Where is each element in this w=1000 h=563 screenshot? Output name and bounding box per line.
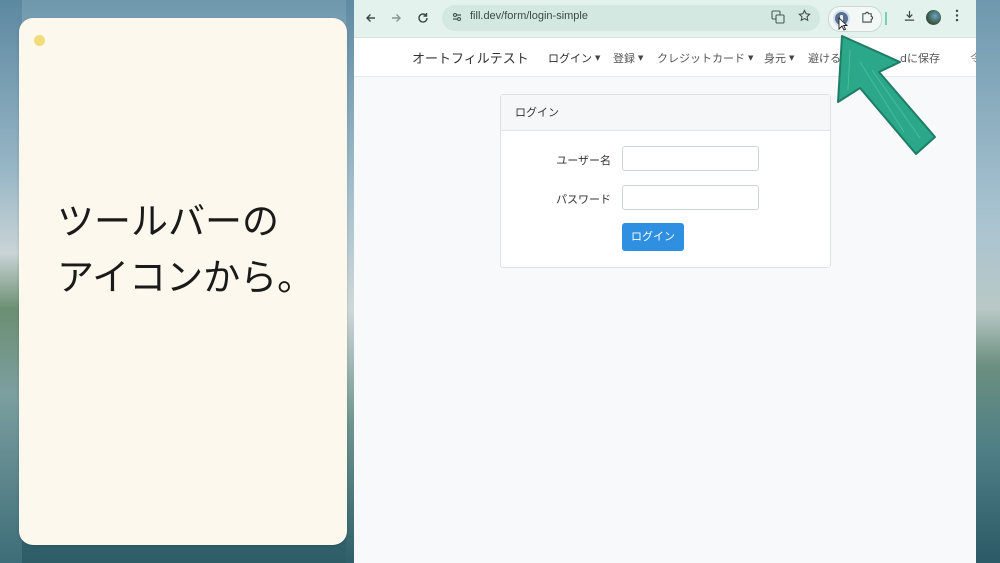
desktop-wallpaper-right — [976, 0, 1000, 563]
avatar-icon[interactable] — [926, 10, 941, 25]
yellow-dot-icon — [34, 35, 45, 46]
password-label: パスワード — [556, 193, 611, 206]
login-card: ログイン ユーザー名 パスワード ログイン — [500, 94, 831, 268]
arrow-left-icon[interactable] — [362, 9, 380, 27]
site-brand[interactable]: オートフィルテスト — [412, 48, 529, 67]
reload-icon[interactable] — [414, 9, 432, 27]
translate-icon[interactable] — [770, 10, 786, 26]
star-icon[interactable] — [796, 9, 812, 25]
nav-item-credit-card[interactable]: クレジットカード ▼ — [657, 50, 753, 66]
puzzle-icon[interactable] — [859, 10, 875, 26]
caption-line-2: アイコンから。 — [57, 256, 315, 299]
password-input[interactable] — [622, 185, 759, 210]
tune-icon[interactable] — [450, 11, 464, 25]
download-icon[interactable] — [900, 9, 918, 27]
caret-down-icon: ▼ — [789, 54, 795, 62]
extension-group — [828, 6, 882, 32]
nav-item-login[interactable]: ログイン ▼ — [548, 50, 600, 66]
nav-overflow-text: 令 — [970, 52, 976, 65]
toolbar-separator — [885, 12, 887, 25]
login-card-title: ログイン — [501, 95, 830, 131]
nav-item-register[interactable]: 登録 ▼ — [613, 50, 643, 66]
caption-card: ツールバーの アイコンから。 — [19, 18, 347, 545]
caret-down-icon: ▼ — [638, 54, 644, 62]
arrow-right-icon[interactable] — [387, 9, 405, 27]
kebab-menu-icon[interactable] — [952, 9, 962, 27]
caret-down-icon: ▼ — [748, 54, 754, 62]
address-bar[interactable]: fill.dev/form/login-simple — [442, 5, 820, 31]
caret-down-icon: ▼ — [595, 54, 601, 62]
login-button[interactable]: ログイン — [622, 223, 684, 251]
caption-line-1: ツールバーの — [57, 200, 279, 243]
annotation-arrow-icon — [837, 35, 936, 155]
desktop-wallpaper-gap — [346, 0, 354, 563]
caption-text: ツールバーの アイコンから。 — [57, 194, 337, 306]
nav-item-identity[interactable]: 身元 ▼ — [764, 50, 794, 66]
username-label: ユーザー名 — [556, 154, 611, 167]
url-text[interactable]: fill.dev/form/login-simple — [470, 10, 588, 22]
username-input[interactable] — [622, 146, 759, 171]
mouse-pointer-icon — [838, 17, 848, 31]
